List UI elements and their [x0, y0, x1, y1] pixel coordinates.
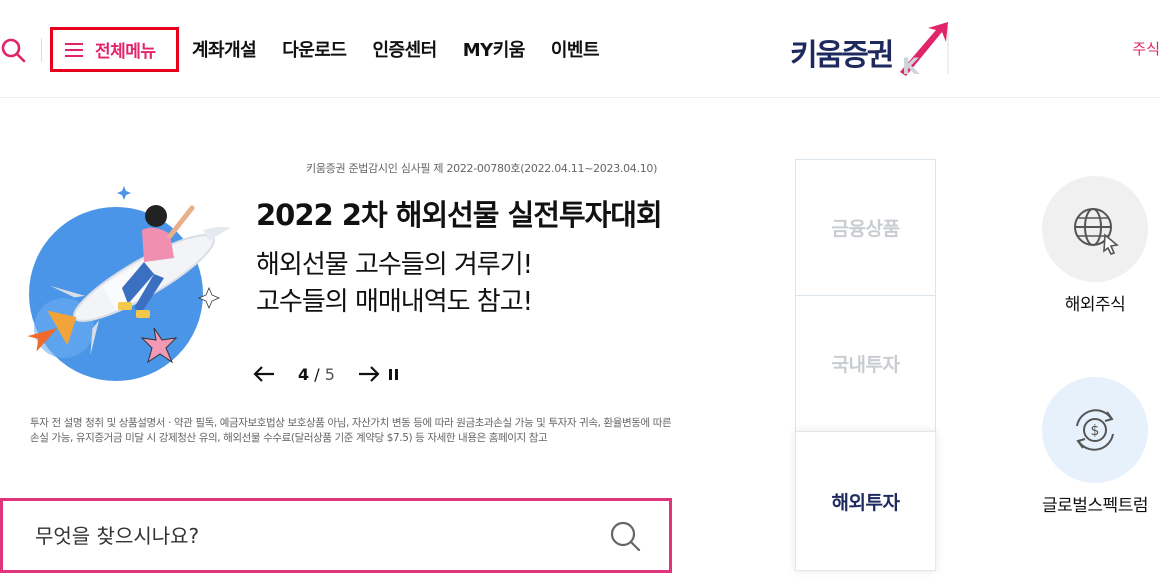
top-nav: 계좌개설 다운로드 인증센터 MY키움 이벤트 [192, 36, 600, 62]
dollar-exchange-icon[interactable]: $ [1042, 377, 1148, 483]
investment-disclaimer: 투자 전 설명 청취 및 상품설명서 · 약관 필독, 예금자보호법상 보호상품… [30, 417, 672, 444]
globe-cursor-icon[interactable] [1042, 176, 1148, 282]
stock-link[interactable]: 주식 [1132, 38, 1160, 59]
quick-link-overseas-stock[interactable]: 해외주식 [1030, 176, 1160, 315]
banner-illustration [4, 178, 254, 384]
page-indicator: 4 / 5 [298, 365, 335, 384]
divider [41, 38, 42, 62]
total-pages: 5 [324, 364, 335, 384]
banner-pager: 4 / 5 [252, 362, 401, 386]
logo-text: 키움증권 [790, 38, 894, 73]
tab-domestic-investment[interactable]: 국내투자 [795, 295, 936, 432]
next-arrow-icon[interactable] [357, 362, 381, 386]
quick-link-label: 글로벌스펙트럼 [1042, 496, 1148, 516]
nav-account-open[interactable]: 계좌개설 [192, 36, 257, 62]
search-input[interactable] [35, 523, 575, 548]
quick-link-global-spectrum[interactable]: $ 글로벌스펙트럼 [1030, 377, 1160, 516]
tab-financial-products[interactable]: 금융상품 [795, 159, 936, 296]
logo[interactable]: 키움증권 K [790, 20, 950, 76]
pause-icon[interactable] [387, 367, 401, 381]
all-menu-label: 전체메뉴 [95, 42, 156, 62]
quick-link-label: 해외주식 [1064, 295, 1126, 315]
prev-arrow-icon[interactable] [252, 362, 276, 386]
svg-text:K: K [902, 55, 920, 76]
hamburger-icon [65, 42, 83, 57]
banner-subtitle: 해외선물 고수들의 겨루기! 고수들의 매매내역도 참고! [256, 247, 533, 321]
current-page: 4 [298, 364, 310, 384]
compliance-notice: 키움증권 준법감시인 심사필 제 2022-00780호(2022.04.11~… [306, 162, 658, 175]
logo-arrow-icon: K [900, 22, 949, 76]
search-box [0, 498, 672, 573]
search-icon[interactable] [0, 36, 28, 64]
nav-certificate-center[interactable]: 인증센터 [373, 36, 438, 62]
page-separator: / [314, 364, 320, 384]
banner-subtitle-line2: 고수들의 매매내역도 참고! [256, 287, 533, 317]
tab-overseas-investment[interactable]: 해외투자 [795, 431, 936, 571]
search-submit-icon[interactable] [609, 520, 641, 552]
nav-download[interactable]: 다운로드 [282, 36, 347, 62]
svg-text:$: $ [1091, 423, 1100, 439]
nav-my-kiwoom[interactable]: MY키움 [463, 36, 526, 62]
header: 전체메뉴 계좌개설 다운로드 인증센터 MY키움 이벤트 키움증권 K 주식 [0, 0, 1160, 98]
banner-subtitle-line1: 해외선물 고수들의 겨루기! [256, 250, 533, 280]
banner-title[interactable]: 2022 2차 해외선물 실전투자대회 [256, 192, 663, 234]
nav-event[interactable]: 이벤트 [551, 36, 600, 62]
all-menu-button[interactable]: 전체메뉴 [50, 27, 179, 72]
category-tabs: 금융상품 국내투자 해외투자 [795, 159, 936, 571]
